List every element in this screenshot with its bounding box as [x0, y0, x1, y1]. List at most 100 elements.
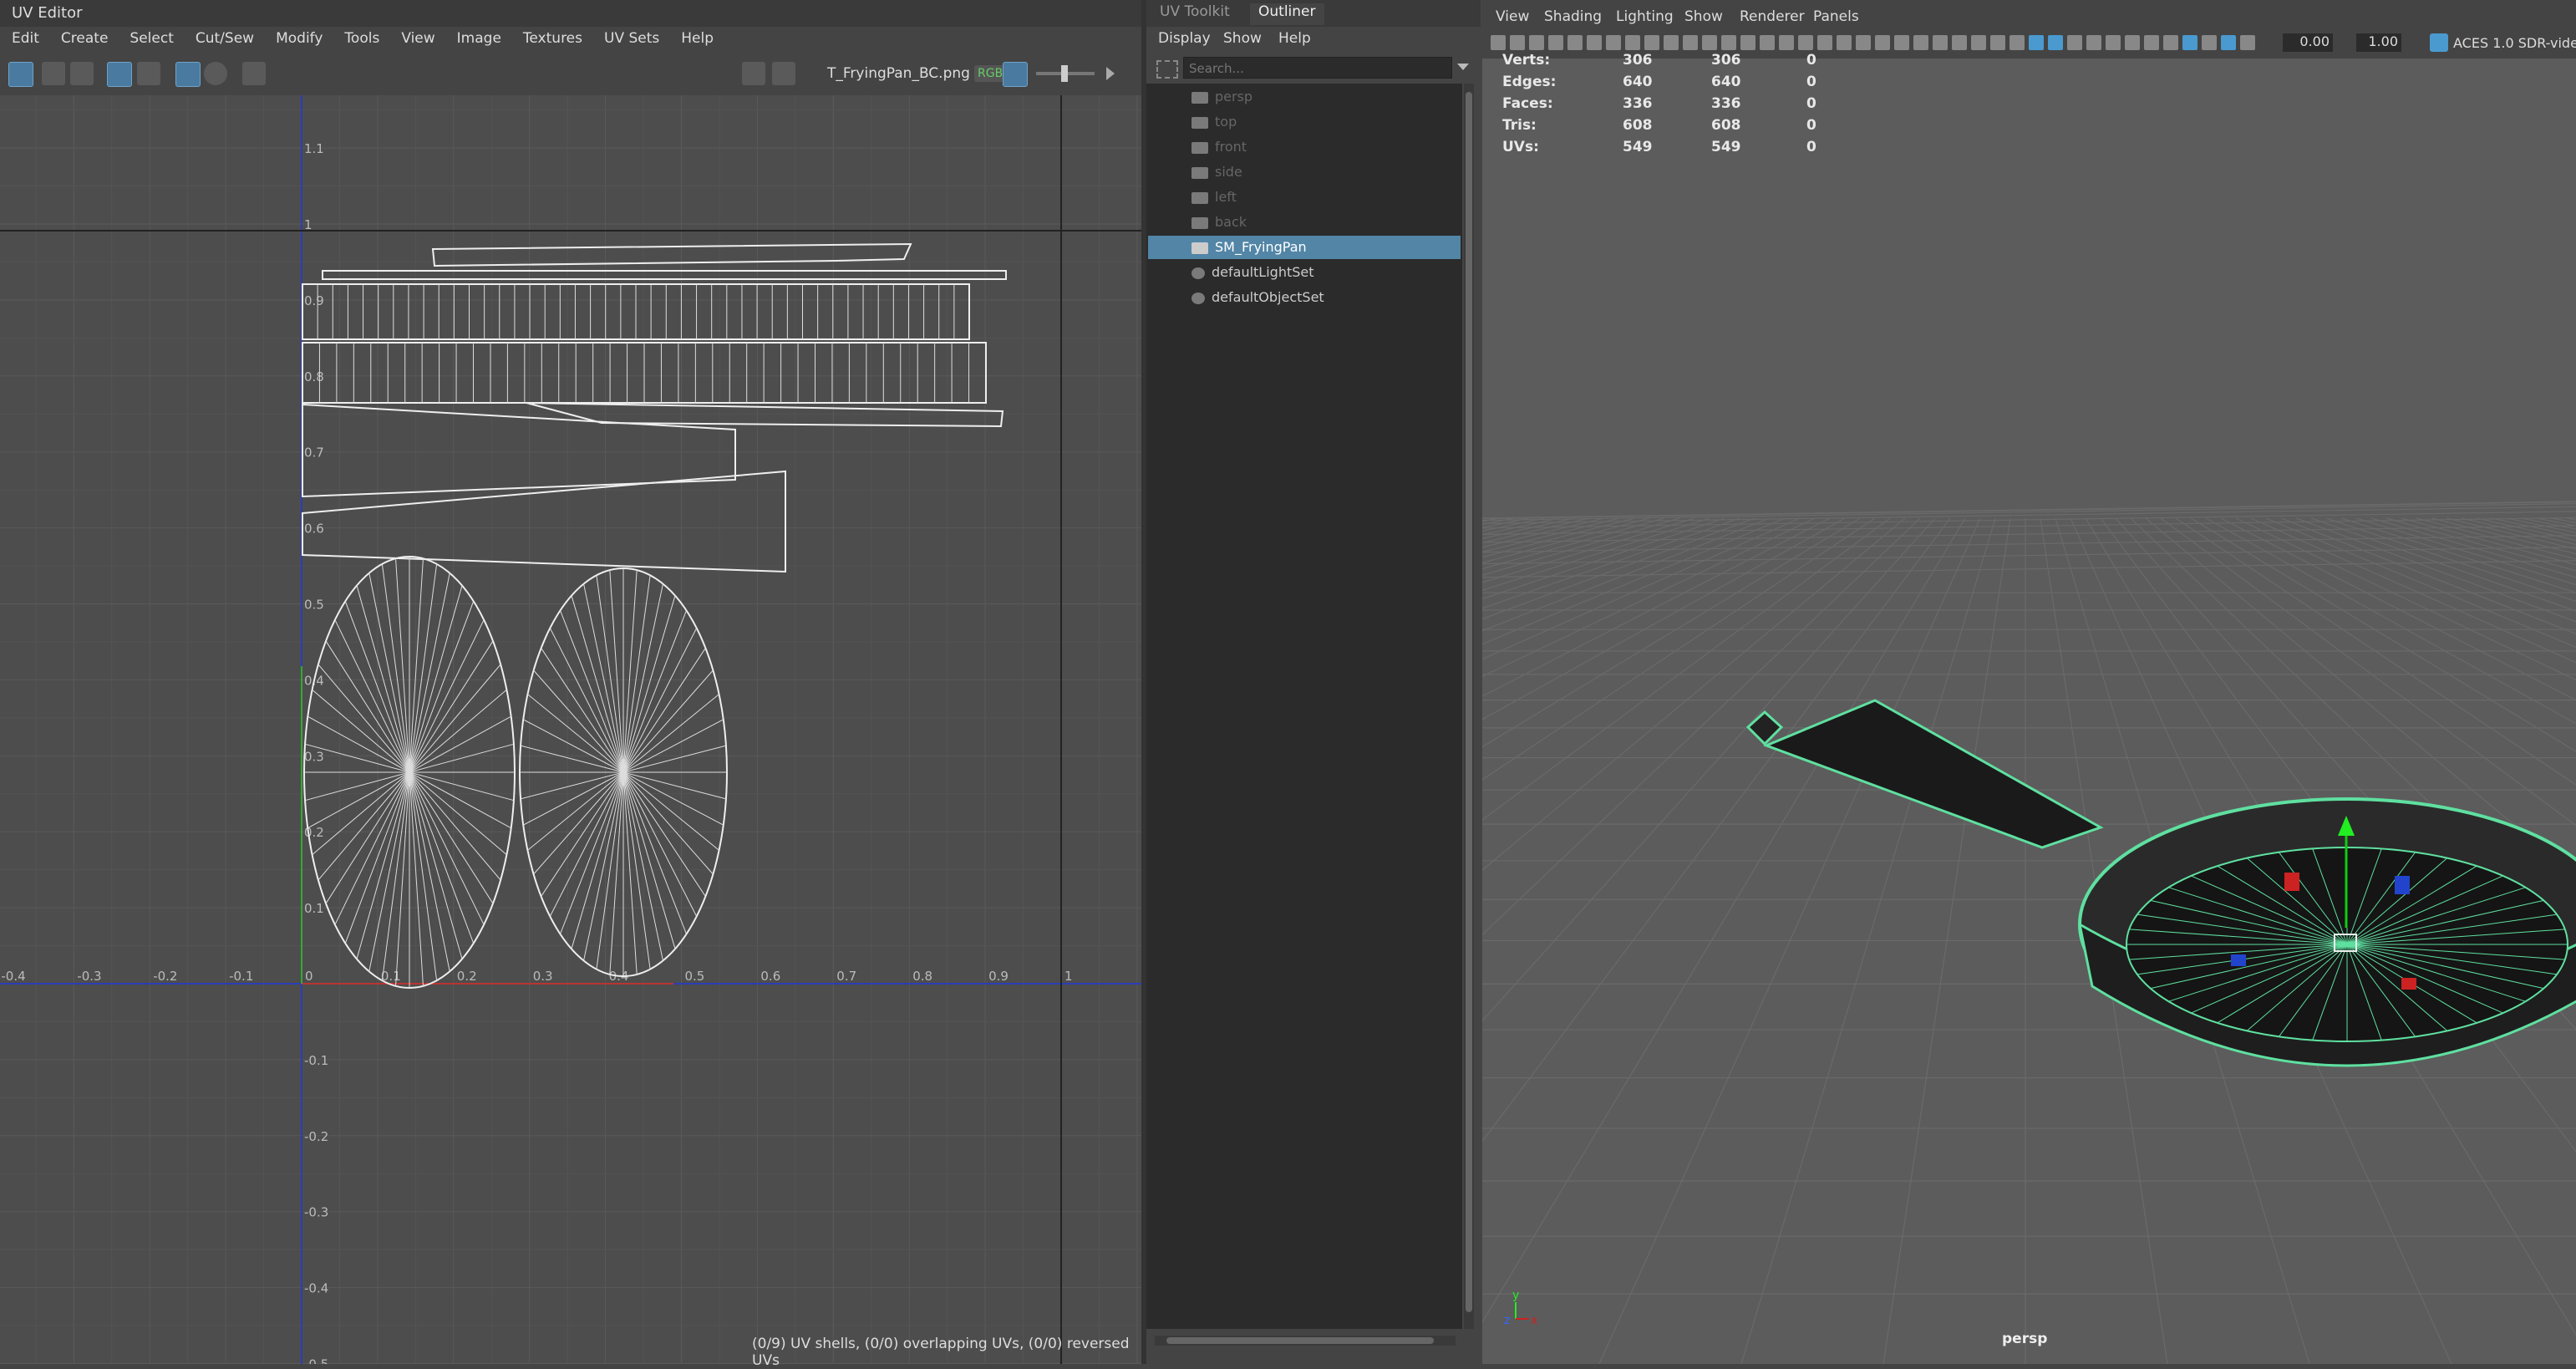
outliner-item-side[interactable]: side [1191, 160, 1242, 184]
menu-textures[interactable]: Textures [523, 27, 582, 47]
outliner-search[interactable] [1183, 57, 1458, 79]
outliner-vscrollbar[interactable] [1464, 84, 1474, 1329]
grid-toggle-icon[interactable] [107, 62, 132, 87]
outliner-item-front[interactable]: front [1191, 135, 1247, 159]
rgb-channel-button[interactable]: RGB [974, 65, 1007, 82]
viewport-tool-icon[interactable] [1990, 35, 2005, 50]
checker-toggle-icon[interactable] [137, 62, 160, 85]
outliner-search-input[interactable] [1184, 58, 1458, 79]
menu-show[interactable]: Show [1684, 8, 1723, 25]
viewport-tool-icon[interactable] [1567, 35, 1583, 50]
viewport-tool-icon[interactable] [2144, 35, 2159, 50]
toolbar-expand-icon[interactable] [1106, 67, 1115, 80]
viewport-tool-icon[interactable] [1875, 35, 1890, 50]
menu-help[interactable]: Help [1278, 30, 1311, 47]
gamma-field[interactable]: 1.00 [2356, 33, 2401, 52]
viewport-tool-icon[interactable] [1740, 35, 1755, 50]
search-dropdown-icon[interactable] [1457, 64, 1469, 70]
uv-face-mode-icon[interactable] [70, 62, 94, 85]
viewport-tool-icon[interactable] [2009, 35, 2025, 50]
exposure-field[interactable]: 0.00 [2283, 33, 2333, 52]
color-management-icon[interactable] [2430, 33, 2448, 52]
viewport-tool-icon[interactable] [2029, 35, 2044, 50]
texture-name[interactable]: T_FryingPan_BC.png [827, 65, 970, 82]
tab-outliner[interactable]: Outliner [1250, 3, 1324, 25]
outliner-item-persp[interactable]: persp [1191, 85, 1252, 109]
viewport-tool-icon[interactable] [1529, 35, 1544, 50]
viewport-tool-icon[interactable] [1913, 35, 1928, 50]
outliner-item-defaultobjectset[interactable]: defaultObjectSet [1191, 286, 1324, 309]
uv-shell-mode-icon[interactable] [42, 62, 65, 85]
viewport-tool-icon[interactable] [1760, 35, 1775, 50]
menu-renderer[interactable]: Renderer [1740, 8, 1805, 25]
viewport-tool-icon[interactable] [1587, 35, 1602, 50]
manipulator-z-handle-2[interactable] [2231, 954, 2246, 966]
viewport-tool-icon[interactable] [1491, 35, 1506, 50]
filter-icon[interactable] [1156, 60, 1178, 79]
viewport-tool-icon[interactable] [2086, 35, 2101, 50]
menu-image[interactable]: Image [457, 27, 501, 47]
menu-show[interactable]: Show [1223, 30, 1262, 47]
menu-edit[interactable]: Edit [12, 27, 39, 47]
menu-modify[interactable]: Modify [276, 27, 323, 47]
viewport-tool-icon[interactable] [2240, 35, 2255, 50]
viewport-tool-icon[interactable] [1606, 35, 1621, 50]
viewport-panel[interactable]: View Shading Lighting Show Renderer Pane… [1482, 0, 2576, 1364]
viewport-tool-icon[interactable] [1837, 35, 1852, 50]
image-display-icon[interactable] [742, 62, 765, 85]
snapshot-icon[interactable] [242, 62, 266, 85]
menu-help[interactable]: Help [681, 27, 714, 47]
viewport-tool-icon[interactable] [2106, 35, 2121, 50]
viewport-tool-icon[interactable] [1702, 35, 1717, 50]
menu-tools[interactable]: Tools [344, 27, 379, 47]
scroll-thumb[interactable] [1166, 1337, 1434, 1344]
viewport-tool-icon[interactable] [1952, 35, 1967, 50]
viewport-tool-icon[interactable] [2202, 35, 2217, 50]
viewport-tool-icon[interactable] [2221, 35, 2236, 50]
outliner-item-top[interactable]: top [1191, 110, 1237, 134]
viewport-tool-icon[interactable] [1721, 35, 1736, 50]
outliner-item-defaultlightset[interactable]: defaultLightSet [1191, 261, 1314, 284]
menu-lighting[interactable]: Lighting [1616, 8, 1674, 25]
viewport-tool-icon[interactable] [1510, 35, 1525, 50]
viewport-tool-icon[interactable] [1856, 35, 1871, 50]
viewport-tool-icon[interactable] [1548, 35, 1563, 50]
outliner-item-back[interactable]: back [1191, 211, 1247, 234]
viewport-tool-icon[interactable] [1894, 35, 1909, 50]
viewport-tool-icon[interactable] [1933, 35, 1948, 50]
tab-uv-toolkit[interactable]: UV Toolkit [1160, 3, 1230, 20]
outliner-hscrollbar[interactable] [1155, 1336, 1456, 1346]
outliner-item-left[interactable]: left [1191, 186, 1237, 209]
manipulator-x-handle-2[interactable] [2401, 978, 2416, 990]
uv-canvas[interactable]: -0.4 -0.3 -0.2 -0.1 0 0.1 0.2 0.3 0.4 0.5 0.6 0.7 0.… [0, 95, 1141, 1364]
viewport-tool-icon[interactable] [1625, 35, 1640, 50]
menu-select[interactable]: Select [130, 27, 173, 47]
menu-view[interactable]: View [1496, 8, 1529, 25]
menu-shading[interactable]: Shading [1544, 8, 1602, 25]
shading-toggle-icon[interactable] [204, 62, 227, 85]
viewport-tool-icon[interactable] [2125, 35, 2140, 50]
viewport-tool-icon[interactable] [2048, 35, 2063, 50]
outliner-item-sm-fryingpan[interactable]: SM_FryingPan [1191, 236, 1307, 259]
menu-create[interactable]: Create [61, 27, 109, 47]
viewport-tool-icon[interactable] [1644, 35, 1659, 50]
viewport-tool-icon[interactable] [2067, 35, 2082, 50]
dim-image-icon[interactable] [772, 62, 795, 85]
manipulator-x-handle[interactable] [2284, 873, 2299, 891]
viewport-tool-icon[interactable] [1683, 35, 1698, 50]
menu-uv-sets[interactable]: UV Sets [604, 27, 659, 47]
viewport-tool-icon[interactable] [2163, 35, 2178, 50]
viewport-tool-icon[interactable] [1971, 35, 1986, 50]
viewport-tool-icon[interactable] [1779, 35, 1794, 50]
exposure-slider-handle[interactable] [1061, 65, 1068, 82]
manipulator-z-handle[interactable] [2395, 876, 2410, 894]
menu-display[interactable]: Display [1158, 30, 1211, 47]
viewport-tool-icon[interactable] [1817, 35, 1832, 50]
scroll-thumb[interactable] [1466, 92, 1472, 1312]
color-space-label[interactable]: ACES 1.0 SDR-video [2453, 35, 2576, 51]
isolate-select-icon[interactable] [175, 62, 201, 87]
menu-view[interactable]: View [401, 27, 434, 47]
menu-panels[interactable]: Panels [1813, 8, 1859, 25]
viewport-tool-icon[interactable] [1664, 35, 1679, 50]
viewport-tool-icon[interactable] [2182, 35, 2197, 50]
